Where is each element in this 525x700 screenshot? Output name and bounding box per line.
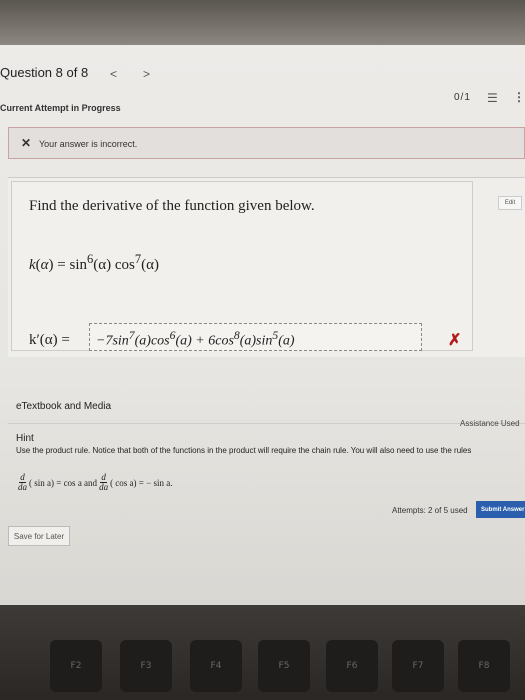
more-options-icon[interactable]: ⋮ [513, 90, 525, 104]
hint-formula-part2: ( cos a) = − sin a. [110, 477, 173, 488]
derivative-fraction-2: d da [99, 472, 109, 492]
browser-screen: Question 8 of 8 < > 0/1 ☰ ⋮ Current Atte… [0, 45, 525, 605]
keyboard-key: F6 [326, 640, 378, 692]
function-var: α [40, 257, 49, 273]
hint-text: Use the product rule. Notice that both o… [16, 446, 472, 455]
question-prompt: Find the derivative of the function give… [29, 198, 315, 214]
function-name: k [29, 257, 36, 273]
incorrect-answer-banner: ✕ Your answer is incorrect. [8, 127, 525, 159]
keyboard-key: F3 [120, 640, 172, 692]
x-icon: ✕ [21, 136, 32, 150]
next-question-chevron-icon[interactable]: > [143, 67, 150, 81]
hint-heading[interactable]: Hint [16, 433, 34, 444]
question-body: Find the derivative of the function give… [11, 181, 473, 351]
keyboard-key: F7 [392, 640, 444, 692]
answer-input[interactable]: −7sin7(a)cos6(a) + 6cos8(a)sin5(a) [89, 323, 422, 351]
function-eq: = sin [53, 257, 88, 273]
derivative-fraction-1: d da [18, 472, 27, 492]
photo-background-top [0, 0, 525, 45]
previous-question-chevron-icon[interactable]: < [110, 67, 117, 81]
answer-part-b: (a)cos [134, 333, 170, 349]
answer-part-e: (a) [278, 333, 295, 349]
keyboard-key: F2 [50, 640, 102, 692]
question-counter: Question 8 of 8 [0, 65, 89, 80]
attempts-counter: Attempts: 2 of 5 used [392, 506, 468, 515]
submit-answer-button[interactable]: Submit Answer [476, 501, 525, 518]
etextbook-link[interactable]: eTextbook and Media [16, 401, 111, 412]
hint-formula-part1: ( sin a) = cos a and [29, 477, 98, 488]
list-icon[interactable]: ☰ [487, 91, 498, 105]
incorrect-mark-icon: ✗ [448, 332, 462, 349]
answer-part-a: −7sin [96, 333, 129, 349]
answer-part-c: (a) + 6cos [175, 333, 234, 349]
score-display: 0/1 [454, 92, 471, 103]
keyboard-key: F8 [458, 640, 510, 692]
keyboard-key: F5 [258, 640, 310, 692]
question-card: Find the derivative of the function give… [8, 177, 525, 357]
banner-message: Your answer is incorrect. [39, 139, 138, 149]
derivative-lhs: k′(α) = [29, 332, 70, 348]
edit-button[interactable]: Edit [498, 196, 522, 210]
save-for-later-button[interactable]: Save for Later [8, 526, 70, 546]
answer-part-d: (a)sin [239, 333, 273, 349]
laptop-keyboard: F2 F3 F4 F5 F6 F7 F8 [0, 605, 525, 700]
attempt-status: Current Attempt in Progress [0, 103, 121, 113]
keyboard-key: F4 [190, 640, 242, 692]
hint-formula: d da ( sin a) = cos a and d da ( cos a) = … [16, 473, 172, 492]
section-divider [8, 423, 525, 424]
function-end: (α) [141, 257, 159, 273]
function-mid: (α) cos [93, 257, 135, 273]
function-definition: k(α) = sin6(α) cos7(α) [29, 252, 159, 273]
assistance-used-label: Assistance Used [460, 419, 520, 428]
